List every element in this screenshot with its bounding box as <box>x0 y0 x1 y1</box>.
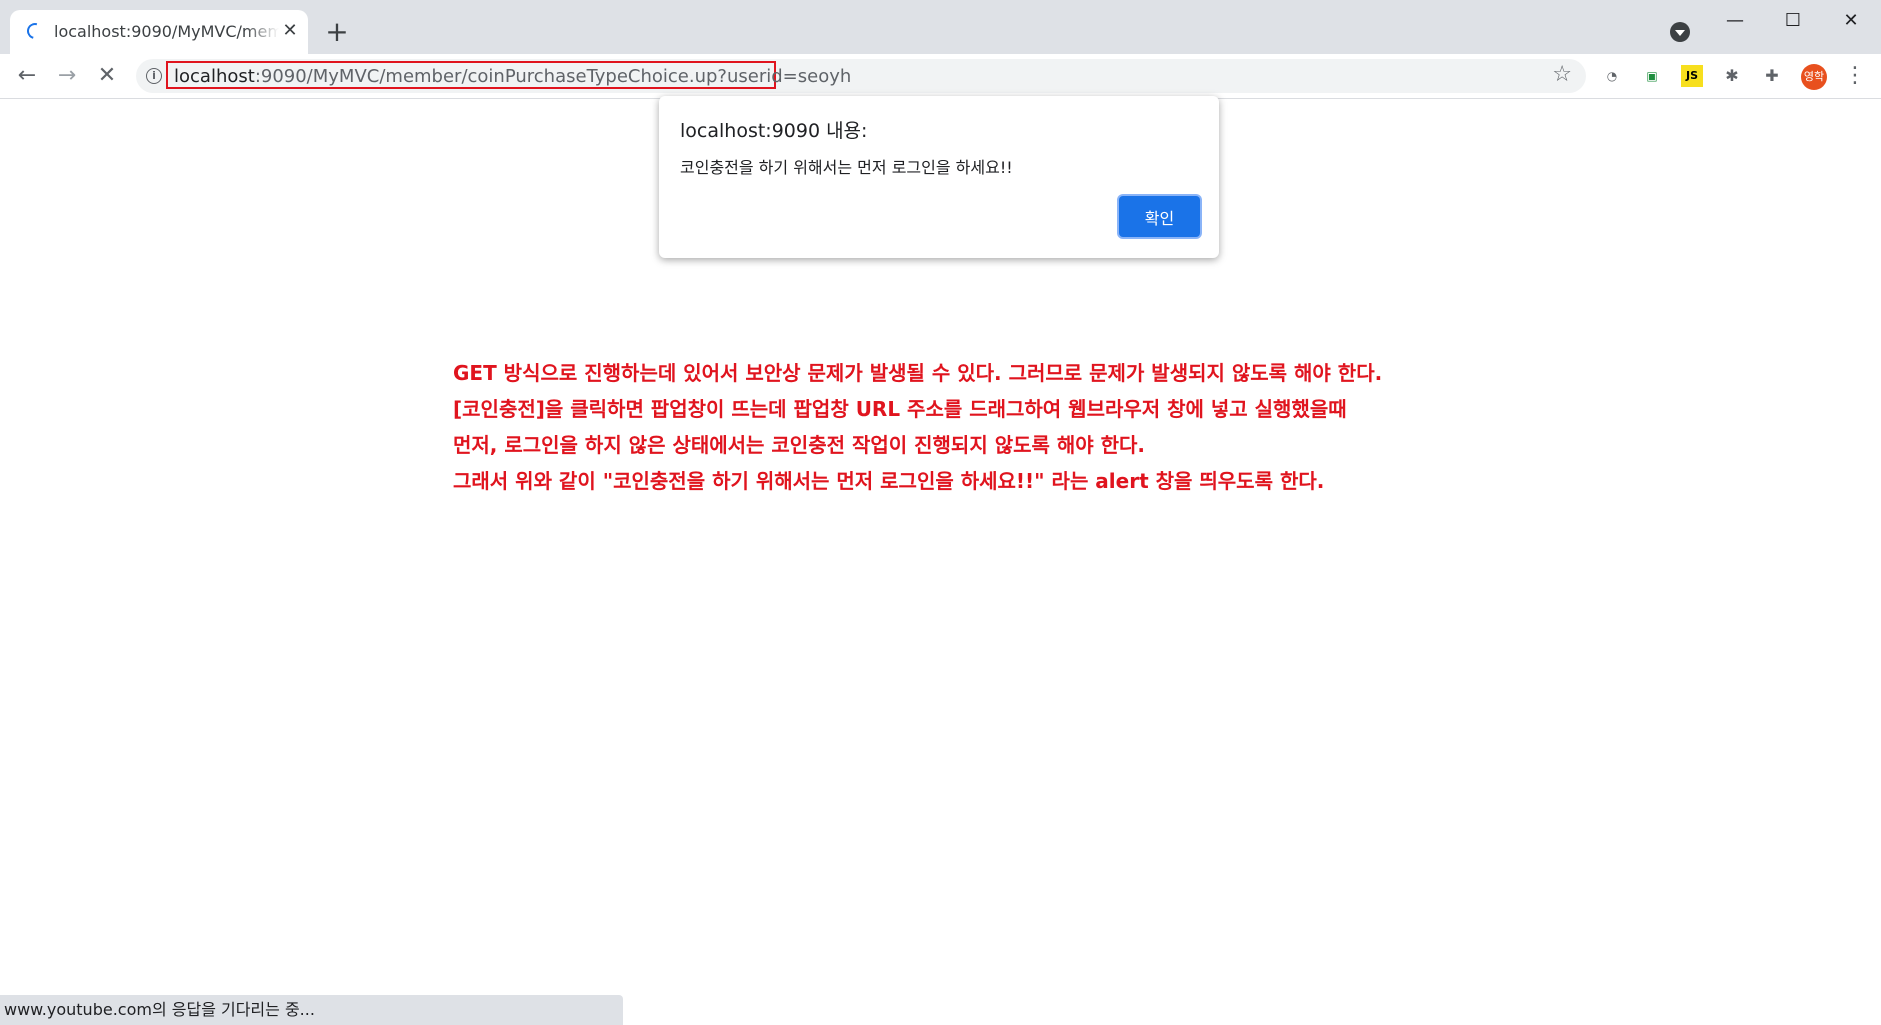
browser-menu-icon[interactable]: ⋮ <box>1844 62 1866 90</box>
back-button[interactable]: ← <box>12 62 42 90</box>
note-line: 그래서 위와 같이 "코인충전을 하기 위해서는 먼저 로그인을 하세요!!" … <box>453 469 1325 493</box>
extension-2-icon[interactable]: ▣ <box>1641 65 1663 87</box>
url-text[interactable]: localhost:9090/MyMVC/member/coinPurchase… <box>174 66 851 87</box>
site-info-icon[interactable]: i <box>146 68 162 84</box>
browser-toolbar: ← → ✕ i localhost:9090/MyMVC/member/coin… <box>0 54 1881 99</box>
tab-search-icon[interactable] <box>1670 22 1690 42</box>
bug-extension-icon[interactable]: ✱ <box>1721 65 1743 87</box>
extensions-puzzle-icon[interactable]: ✚ <box>1761 65 1783 87</box>
note-line: [코인충전]을 클릭하면 팝업창이 뜨는데 팝업창 URL 주소를 드래그하여 … <box>453 397 1347 421</box>
address-bar[interactable]: i localhost:9090/MyMVC/member/coinPurcha… <box>136 59 1586 93</box>
maximize-button[interactable]: ☐ <box>1770 6 1816 36</box>
note-line: 먼저, 로그인을 하지 않은 상태에서는 코인충전 작업이 진행되지 않도록 해… <box>453 433 1146 457</box>
minimize-button[interactable]: — <box>1712 6 1758 36</box>
js-extension-icon[interactable]: JS <box>1681 65 1703 87</box>
alert-dialog: localhost:9090 내용: 코인충전을 하기 위해서는 먼저 로그인을… <box>659 96 1219 258</box>
alert-title: localhost:9090 내용: <box>680 120 868 142</box>
red-note: GET 방식으로 진행하는데 있어서 보안상 문제가 발생될 수 있다. 그러므… <box>453 355 1553 499</box>
tab-strip: localhost:9090/MyMVC/member/coinPurchase… <box>0 0 1881 54</box>
tab-close-icon[interactable]: ✕ <box>278 19 302 43</box>
window-close-button[interactable]: ✕ <box>1828 6 1874 36</box>
bookmark-star-icon[interactable]: ☆ <box>1552 62 1572 87</box>
tab-title: localhost:9090/MyMVC/member/coinPurchase… <box>54 22 279 41</box>
extension-1-icon[interactable]: ◔ <box>1601 65 1623 87</box>
new-tab-button[interactable]: + <box>322 17 352 47</box>
url-highlight-box: localhost:9090/MyMVC/member/coinPurchase… <box>166 61 851 89</box>
note-line: GET 방식으로 진행하는데 있어서 보안상 문제가 발생될 수 있다. 그러므… <box>453 361 1383 385</box>
profile-avatar[interactable]: 영학 <box>1801 64 1827 90</box>
alert-ok-button[interactable]: 확인 <box>1119 196 1200 237</box>
alert-message: 코인충전을 하기 위해서는 먼저 로그인을 하세요!! <box>680 158 1013 177</box>
browser-tab[interactable]: localhost:9090/MyMVC/member/coinPurchase… <box>10 10 308 54</box>
forward-button[interactable]: → <box>52 62 82 90</box>
status-bar: www.youtube.com의 응답을 기다리는 중... <box>0 995 623 1025</box>
loading-spinner-icon <box>24 20 46 42</box>
stop-loading-button[interactable]: ✕ <box>92 62 122 90</box>
